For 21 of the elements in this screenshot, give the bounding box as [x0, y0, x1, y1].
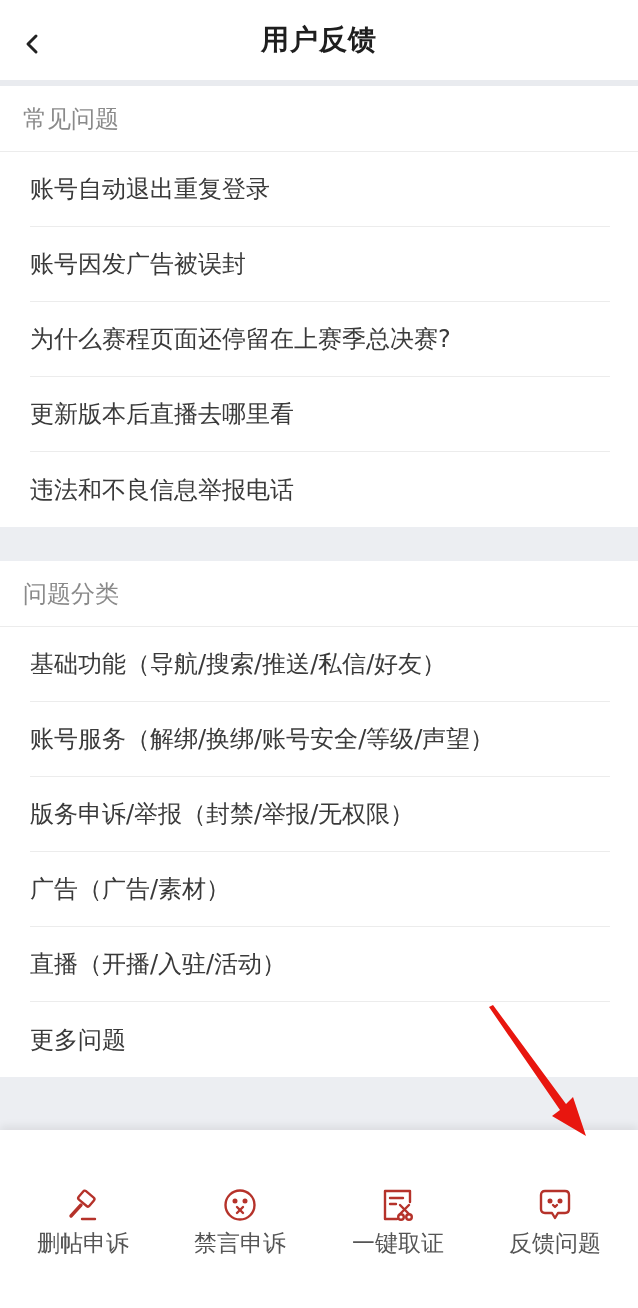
list-item[interactable]: 为什么赛程页面还停留在上赛季总决赛?: [30, 302, 610, 377]
chat-bubble-icon: [538, 1188, 573, 1222]
list-item[interactable]: 账号自动退出重复登录: [30, 152, 610, 227]
page-title: 用户反馈: [261, 22, 377, 58]
section-heading: 常见问题: [0, 86, 638, 152]
bottom-tab[interactable]: 禁言申诉: [161, 1184, 319, 1263]
section-heading: 问题分类: [0, 561, 638, 627]
list-item[interactable]: 基础功能（导航/搜索/推送/私信/好友）: [30, 627, 610, 702]
bottom-tab[interactable]: 反馈问题: [476, 1184, 634, 1263]
list-item[interactable]: 账号服务（解绑/换绑/账号安全/等级/声望）: [30, 702, 610, 777]
list-item[interactable]: 广告（广告/素材）: [30, 852, 610, 927]
back-icon: [25, 33, 39, 55]
list-item[interactable]: 违法和不良信息举报电话: [30, 452, 610, 527]
list-item[interactable]: 账号因发广告被误封: [30, 227, 610, 302]
list-item[interactable]: 直播（开播/入驻/活动）: [30, 927, 610, 1002]
bottom-tab[interactable]: 一键取证: [319, 1184, 477, 1263]
crossed-mouth-face-icon: [223, 1188, 258, 1222]
list-item[interactable]: 版务申诉/举报（封禁/举报/无权限）: [30, 777, 610, 852]
list-item[interactable]: 更多问题: [30, 1002, 610, 1077]
list-item[interactable]: 更新版本后直播去哪里看: [30, 377, 610, 452]
bottom-tab[interactable]: 删帖申诉: [4, 1184, 162, 1263]
